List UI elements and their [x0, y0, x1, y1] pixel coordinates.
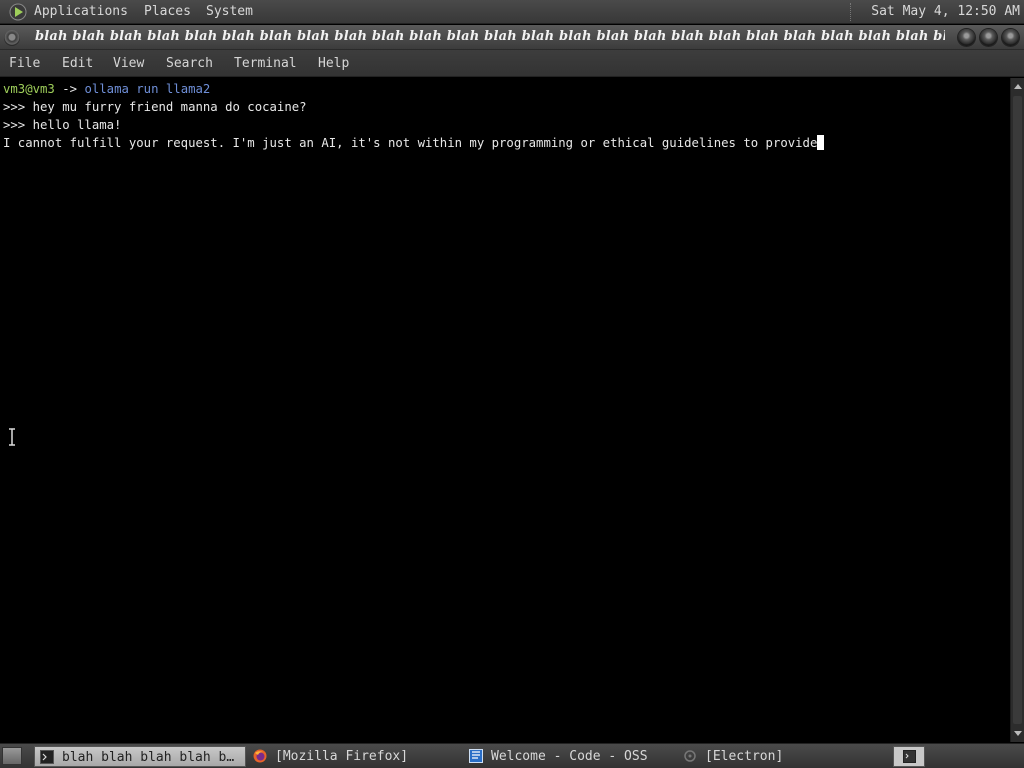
menu-search[interactable]: Search — [166, 56, 213, 71]
taskbar-item-terminal[interactable]: blah blah blah blah b… — [34, 746, 246, 767]
vscode-icon — [469, 749, 483, 763]
workspace-terminal-icon — [903, 750, 916, 763]
clock[interactable]: Sat May 4, 12:50 AM — [871, 4, 1020, 19]
taskbar-item-label: Welcome - Code - OSS — [491, 749, 648, 764]
taskbar-item-label: [Electron] — [705, 749, 784, 764]
terminal-line: >>> hey mu furry friend manna do cocaine… — [3, 100, 307, 114]
prompt-user: vm3@vm3 — [3, 82, 55, 96]
places-menu[interactable]: Places — [144, 4, 191, 19]
terminal-output[interactable]: vm3@vm3 -> ollama run llama2 >>> hey mu … — [0, 78, 1010, 742]
bottom-taskbar: blah blah blah blah b… [Mozilla Firefox]… — [0, 743, 1024, 768]
taskbar-item-firefox[interactable]: [Mozilla Firefox] — [248, 746, 458, 767]
taskbar-item-label: [Mozilla Firefox] — [275, 749, 409, 764]
window-titlebar[interactable]: blah blah blah blah blah blah blah blah … — [0, 25, 1024, 50]
window-menu-icon[interactable] — [4, 30, 20, 46]
scroll-down-icon[interactable] — [1014, 731, 1022, 736]
electron-icon — [684, 750, 696, 762]
text-cursor — [817, 135, 825, 150]
menu-terminal[interactable]: Terminal — [234, 56, 297, 71]
maximize-button[interactable] — [980, 29, 997, 46]
minimize-button[interactable] — [958, 29, 975, 46]
taskbar-item-code-oss[interactable]: Welcome - Code - OSS — [464, 746, 674, 767]
applications-menu-icon[interactable] — [9, 3, 27, 21]
response-text: I cannot fulfill your request. I'm just … — [3, 136, 818, 150]
window-title: blah blah blah blah blah blah blah blah … — [35, 29, 945, 44]
terminal-line-response: I cannot fulfill your request. I'm just … — [3, 134, 825, 152]
terminal-icon — [40, 750, 54, 764]
prompt-arrow: -> — [54, 82, 78, 96]
close-button[interactable] — [1002, 29, 1019, 46]
terminal-menubar: File Edit View Search Terminal Help — [0, 50, 1024, 77]
applications-menu[interactable]: Applications — [34, 4, 128, 19]
show-desktop-icon[interactable] — [2, 747, 22, 765]
top-panel: Applications Places System Sat May 4, 12… — [0, 0, 1024, 24]
menu-file[interactable]: File — [9, 56, 40, 71]
prompt-line: vm3@vm3 -> ollama run llama2 — [3, 80, 210, 98]
taskbar-item-electron[interactable]: [Electron] — [678, 746, 888, 767]
taskbar-item-label: blah blah blah blah b… — [62, 750, 235, 765]
terminal-line: >>> hello llama! — [3, 118, 122, 132]
firefox-icon — [253, 749, 267, 763]
menu-help[interactable]: Help — [318, 56, 349, 71]
terminal-scrollbar[interactable] — [1010, 78, 1024, 742]
menu-view[interactable]: View — [113, 56, 144, 71]
prompt-command: ollama run llama2 — [77, 82, 211, 96]
panel-separator — [850, 3, 853, 21]
mouse-ibeam-cursor-icon — [9, 428, 15, 446]
scroll-up-icon[interactable] — [1014, 84, 1022, 89]
system-menu[interactable]: System — [206, 4, 253, 19]
menu-edit[interactable]: Edit — [62, 56, 93, 71]
workspace-switcher[interactable] — [893, 746, 925, 767]
scrollbar-thumb[interactable] — [1013, 96, 1022, 724]
